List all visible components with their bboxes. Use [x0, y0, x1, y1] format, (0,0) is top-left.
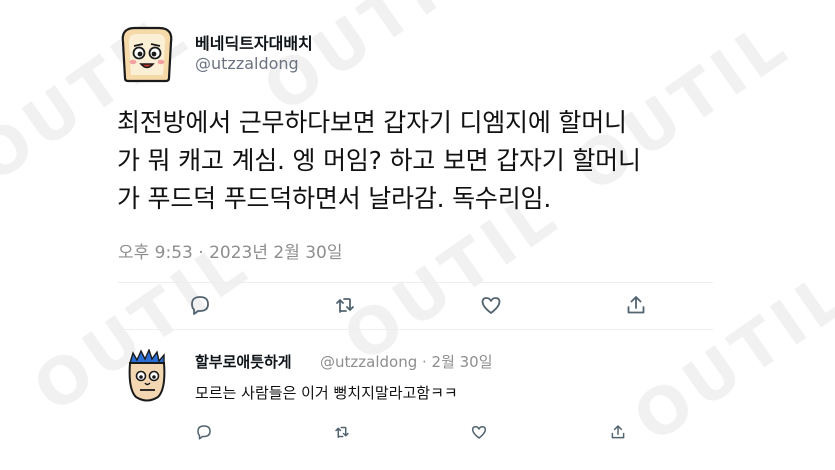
tweet-text-line: 최전방에서 근무하다보면 갑자기 디엠지에 할머니 — [117, 108, 627, 137]
reply-icon — [197, 425, 211, 440]
divider — [118, 329, 713, 330]
reply-reply-button[interactable] — [195, 423, 213, 441]
like-button[interactable] — [479, 293, 503, 317]
reply-button[interactable] — [188, 293, 212, 317]
reply-retweet-button[interactable] — [333, 423, 351, 441]
like-icon — [471, 426, 487, 439]
author-name[interactable]: 베네딕트자대배치 — [195, 30, 313, 54]
tweet-text-line: 가 푸드덕 푸드덕하면서 날라감. 독수리임. — [117, 184, 552, 213]
reply-author-avatar[interactable] — [124, 348, 170, 403]
tweet-text: 최전방에서 근무하다보면 갑자기 디엠지에 할머니 가 뭐 캐고 계심. 엥 머… — [117, 104, 757, 218]
like-icon — [481, 297, 501, 314]
retweet-icon — [335, 426, 349, 438]
share-button[interactable] — [624, 293, 648, 317]
reply-like-button[interactable] — [470, 423, 488, 441]
reply-text: 모르는 사람들은 이거 뻥치지말라고함ㅋㅋ — [195, 384, 458, 402]
reply-share-button[interactable] — [609, 423, 627, 441]
reply-meta[interactable]: @utzzaldong · 2월 30일 — [320, 351, 493, 372]
retweet-icon — [336, 298, 354, 313]
share-icon — [611, 425, 625, 439]
author-avatar[interactable] — [115, 22, 177, 84]
reply-icon — [191, 296, 209, 315]
reply-author-name[interactable]: 할부로애틋하게 — [195, 351, 292, 372]
tweet-text-line: 가 뭐 캐고 계심. 엥 머임? 하고 보면 갑자기 할머니 — [117, 146, 641, 175]
author-handle[interactable]: @utzzaldong — [195, 54, 299, 73]
tweet-card: 베네딕트자대배치 @utzzaldong 최전방에서 근무하다보면 갑자기 디엠… — [0, 0, 835, 470]
tweet-timestamp[interactable]: 오후 9:53 · 2023년 2월 30일 — [118, 238, 343, 263]
share-icon — [627, 296, 645, 314]
divider — [118, 282, 713, 283]
retweet-button[interactable] — [333, 293, 357, 317]
